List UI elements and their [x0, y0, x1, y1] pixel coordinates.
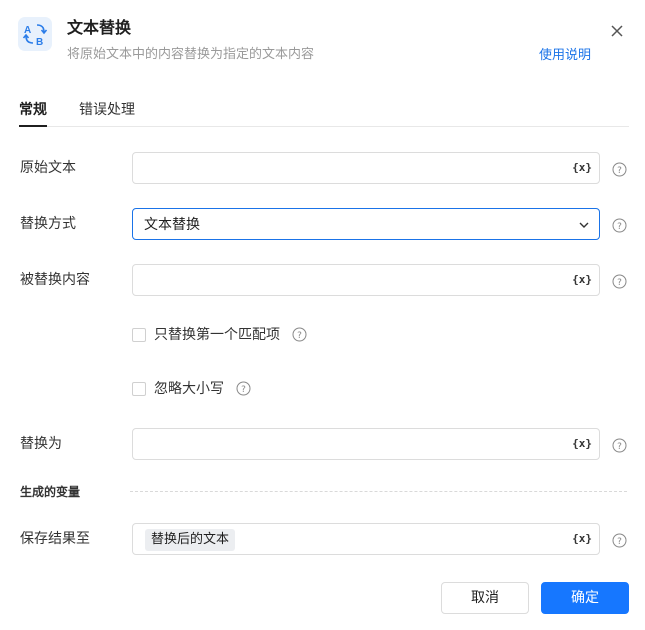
replace-mode-value: 文本替换	[144, 217, 200, 233]
variable-insert-button[interactable]: {x}	[572, 273, 592, 287]
svg-text:?: ?	[297, 331, 302, 341]
only-first-match-label: 只替换第一个匹配项	[154, 327, 280, 343]
dialog-header: A B 文本替换 将原始文本中的内容替换为指定的文本内容 使用说明	[0, 0, 645, 80]
save-to-input[interactable]: 替换后的文本 {x}	[132, 523, 600, 555]
variable-insert-button[interactable]: {x}	[572, 532, 592, 546]
confirm-button[interactable]: 确定	[541, 582, 629, 614]
replace-with-label: 替换为	[20, 436, 62, 452]
svg-text:?: ?	[617, 278, 622, 288]
replace-mode-help-icon[interactable]: ?	[612, 218, 627, 233]
tab-error-handling[interactable]: 错误处理	[79, 100, 135, 120]
replace-mode-select[interactable]: 文本替换	[132, 208, 600, 240]
original-text-help-icon[interactable]: ?	[612, 162, 627, 177]
svg-text:?: ?	[241, 385, 246, 395]
output-variable-chip[interactable]: 替换后的文本	[145, 529, 236, 551]
replace-with-input[interactable]: {x}	[132, 428, 600, 460]
variable-insert-button[interactable]: {x}	[572, 437, 592, 451]
section-divider	[130, 491, 627, 492]
save-to-help-icon[interactable]: ?	[612, 533, 627, 548]
svg-text:A: A	[24, 25, 31, 36]
save-to-label: 保存结果至	[20, 531, 90, 547]
output-section-title: 生成的变量	[20, 485, 81, 499]
help-link[interactable]: 使用说明	[539, 47, 591, 65]
close-button[interactable]	[606, 20, 628, 42]
dialog-title: 文本替换	[67, 18, 132, 37]
ignore-case-label: 忽略大小写	[154, 381, 224, 397]
tab-general[interactable]: 常规	[19, 100, 47, 127]
replaced-content-label: 被替换内容	[20, 272, 90, 288]
original-text-input[interactable]: {x}	[132, 152, 600, 184]
replaced-content-input[interactable]: {x}	[132, 264, 600, 296]
only-first-match-option: 只替换第一个匹配项 ?	[132, 325, 332, 345]
replace-mode-label: 替换方式	[20, 216, 76, 232]
ignore-case-help-icon[interactable]: ?	[236, 381, 251, 396]
svg-text:?: ?	[617, 537, 622, 547]
original-text-label: 原始文本	[20, 160, 76, 176]
chevron-down-icon	[577, 218, 591, 232]
tab-bar: 常规 错误处理	[19, 100, 629, 127]
dialog-subtitle: 将原始文本中的内容替换为指定的文本内容	[67, 47, 315, 62]
svg-text:?: ?	[617, 442, 622, 452]
close-icon	[611, 25, 623, 37]
svg-text:?: ?	[617, 166, 622, 176]
cancel-button[interactable]: 取消	[441, 582, 529, 614]
svg-text:?: ?	[617, 222, 622, 232]
only-first-match-help-icon[interactable]: ?	[292, 327, 307, 342]
replace-with-help-icon[interactable]: ?	[612, 438, 627, 453]
svg-text:B: B	[36, 37, 43, 48]
variable-insert-button[interactable]: {x}	[572, 161, 592, 175]
ignore-case-option: 忽略大小写 ?	[132, 379, 272, 399]
only-first-match-checkbox[interactable]	[132, 328, 146, 342]
ignore-case-checkbox[interactable]	[132, 382, 146, 396]
replaced-content-help-icon[interactable]: ?	[612, 274, 627, 289]
text-replace-icon: A B	[18, 17, 52, 51]
